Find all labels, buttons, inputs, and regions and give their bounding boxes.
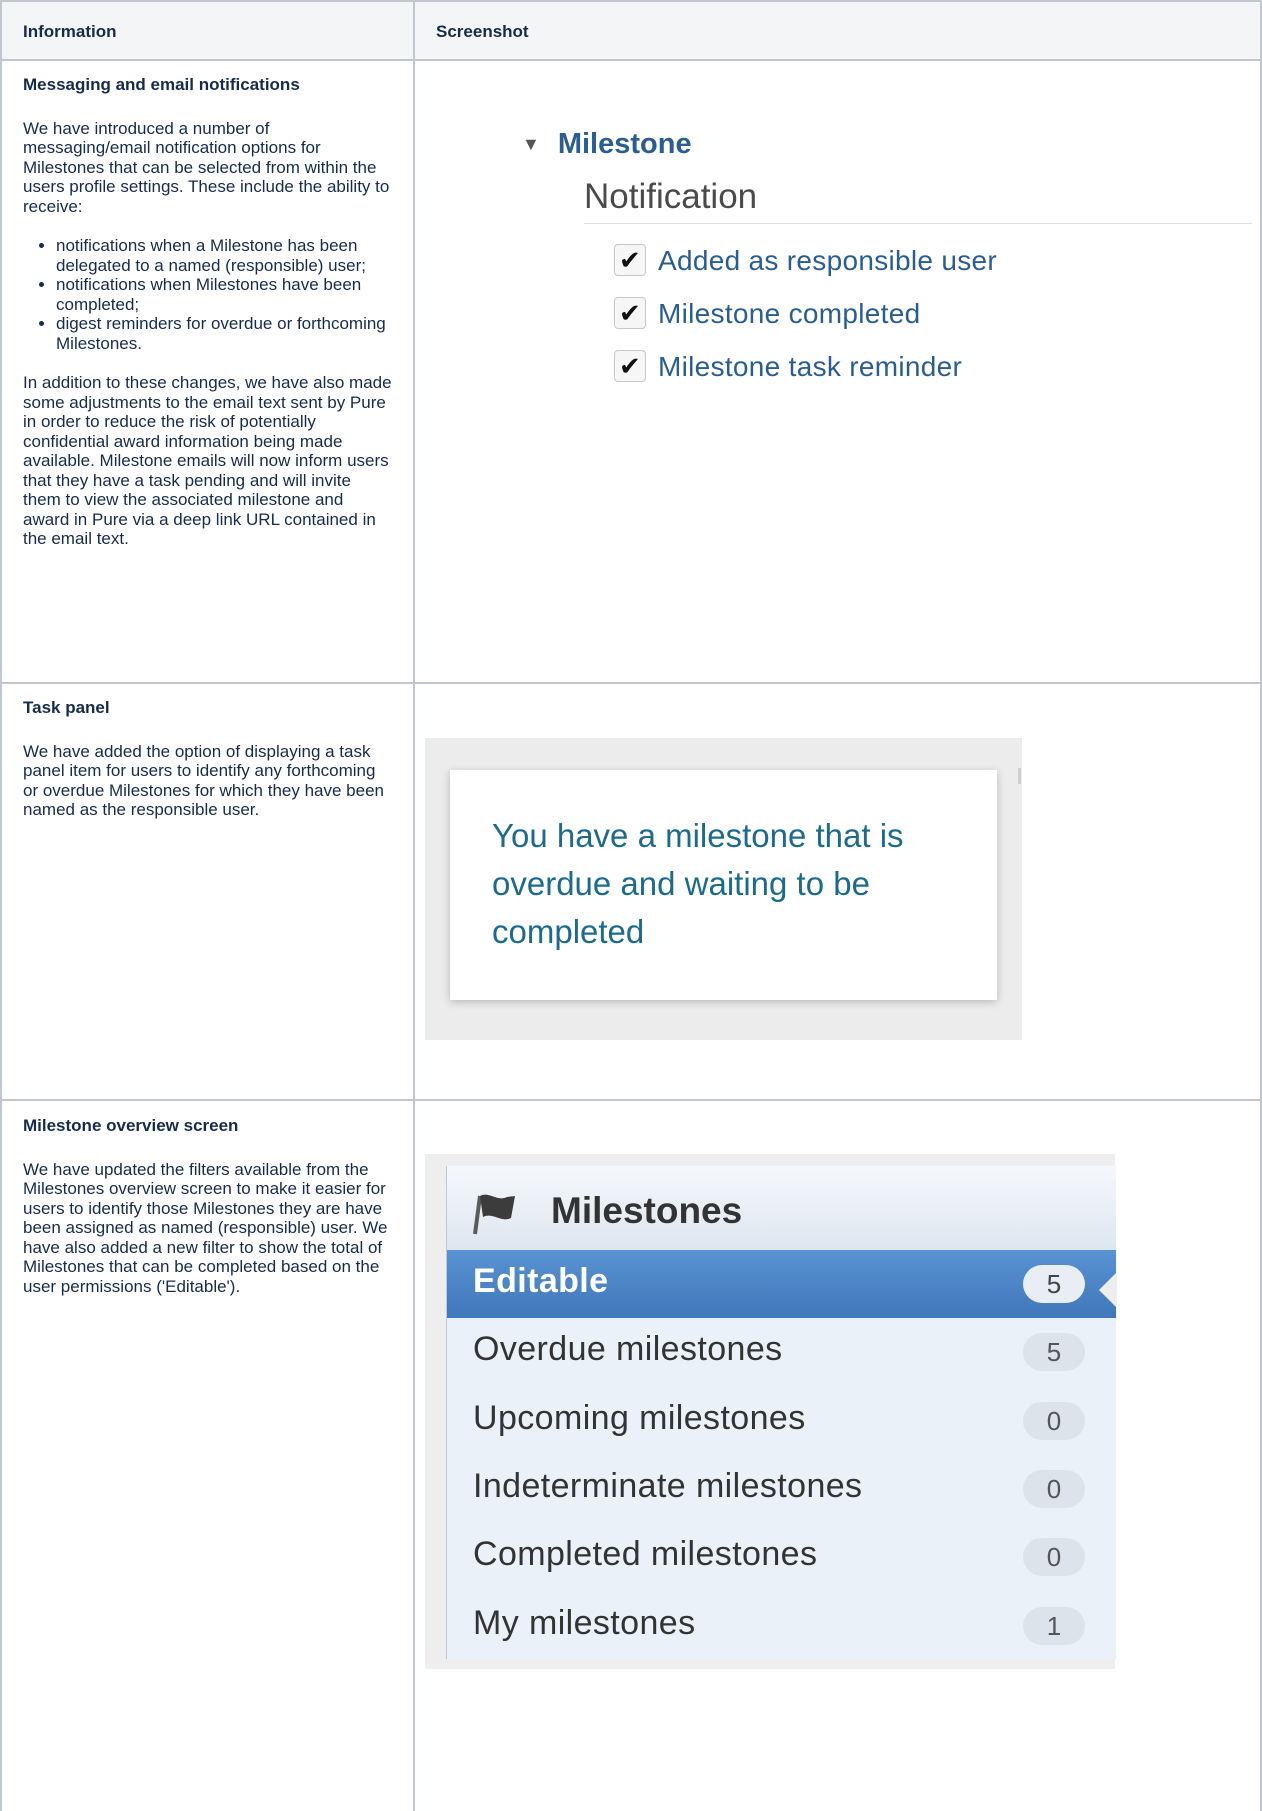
checkbox[interactable]: ✔ xyxy=(614,296,646,329)
count-badge: 5 xyxy=(1023,1265,1085,1303)
notification-bullet-list: notifications when a Milestone has been … xyxy=(23,236,393,353)
filter-label: Editable xyxy=(473,1262,609,1300)
option-label: Milestone task reminder xyxy=(658,351,963,382)
count-badge: 1 xyxy=(1023,1606,1085,1645)
notification-option-milestone-completed[interactable]: ✔ Milestone completed xyxy=(614,296,921,332)
header-screenshot: Screenshot xyxy=(436,22,529,41)
filter-editable[interactable]: Editable 5 xyxy=(447,1250,1117,1319)
info-cell-task-panel: Task panel We have added the option of d… xyxy=(23,698,393,840)
task-panel-screenshot: You have a milestone that is overdue and… xyxy=(425,738,1022,1040)
row-intro: We have introduced a number of messaging… xyxy=(23,118,390,216)
filter-my-milestones[interactable]: My milestones 1 xyxy=(447,1592,1116,1660)
checkbox[interactable]: ✔ xyxy=(614,349,646,382)
table-header-row xyxy=(0,0,1262,60)
notification-option-responsible-user[interactable]: ✔ Added as responsible user xyxy=(614,243,998,279)
row-outro: In addition to these changes, we have al… xyxy=(23,373,392,548)
filter-label: Overdue milestones xyxy=(473,1330,783,1369)
filter-label: Indeterminate milestones xyxy=(473,1466,863,1505)
count-badge: 0 xyxy=(1023,1469,1085,1508)
table-divider xyxy=(0,59,1262,61)
info-cell-milestone-overview: Milestone overview screen We have update… xyxy=(23,1116,393,1316)
count-badge: 0 xyxy=(1023,1401,1085,1440)
count-badge: 5 xyxy=(1023,1333,1085,1372)
filter-label: Completed milestones xyxy=(473,1535,818,1574)
table-divider xyxy=(0,682,1262,684)
option-label: Added as responsible user xyxy=(658,245,998,276)
list-item: notifications when a Milestone has been … xyxy=(56,236,393,275)
checkmark-icon: ✔ xyxy=(618,297,642,328)
header-information: Information xyxy=(23,22,117,41)
milestones-title: Milestones xyxy=(551,1190,743,1231)
notification-heading: Notification xyxy=(584,177,758,216)
milestone-section-toggle[interactable]: ▼ Milestone xyxy=(522,128,692,161)
section-label: Milestone xyxy=(557,128,692,160)
list-item: notifications when Milestones have been … xyxy=(56,275,393,314)
milestones-filter-screenshot: Milestones Editable 5 Overdue milestones… xyxy=(425,1154,1117,1669)
notification-settings-screenshot: ▼ Milestone Notification ✔ Added as respon… xyxy=(412,110,1252,410)
table-divider xyxy=(0,1099,1262,1101)
row-title: Task panel xyxy=(23,698,110,717)
notification-option-task-reminder[interactable]: ✔ Milestone task reminder xyxy=(614,349,963,385)
filter-indeterminate-milestones[interactable]: Indeterminate milestones 0 xyxy=(447,1455,1116,1523)
option-label: Milestone completed xyxy=(658,298,921,329)
heading-divider xyxy=(584,223,1252,224)
checkbox[interactable]: ✔ xyxy=(614,243,646,276)
row-body: We have added the option of displaying a… xyxy=(23,741,384,820)
row-title: Milestone overview screen xyxy=(23,1116,239,1135)
selection-pointer xyxy=(1099,1272,1117,1308)
milestones-filter-panel: Milestones Editable 5 Overdue milestones… xyxy=(446,1166,1117,1660)
table-border-top xyxy=(0,0,1262,2)
list-item: digest reminders for overdue or forthcom… xyxy=(56,314,393,353)
row-body: We have updated the filters available fr… xyxy=(23,1159,388,1296)
table-border-left xyxy=(0,0,2,1811)
row-title: Messaging and email notifications xyxy=(23,75,300,94)
info-cell-notifications: Messaging and email notifications We hav… xyxy=(23,75,393,569)
checkmark-icon: ✔ xyxy=(618,244,642,275)
filter-label: My milestones xyxy=(473,1603,696,1642)
flag-icon xyxy=(473,1194,515,1235)
filter-overdue-milestones[interactable]: Overdue milestones 5 xyxy=(447,1318,1116,1386)
milestones-filter-header: Milestones xyxy=(447,1166,1116,1251)
task-panel-card[interactable]: You have a milestone that is overdue and… xyxy=(450,770,997,1000)
triangle-down-icon: ▼ xyxy=(522,134,540,154)
filter-upcoming-milestones[interactable]: Upcoming milestones 0 xyxy=(447,1387,1116,1455)
filter-label: Upcoming milestones xyxy=(473,1398,806,1437)
checkmark-icon: ✔ xyxy=(618,350,642,381)
scrollbar-edge xyxy=(1018,768,1021,784)
count-badge: 0 xyxy=(1023,1538,1085,1577)
filter-completed-milestones[interactable]: Completed milestones 0 xyxy=(447,1523,1116,1591)
task-message[interactable]: You have a milestone that is overdue and… xyxy=(492,812,952,956)
